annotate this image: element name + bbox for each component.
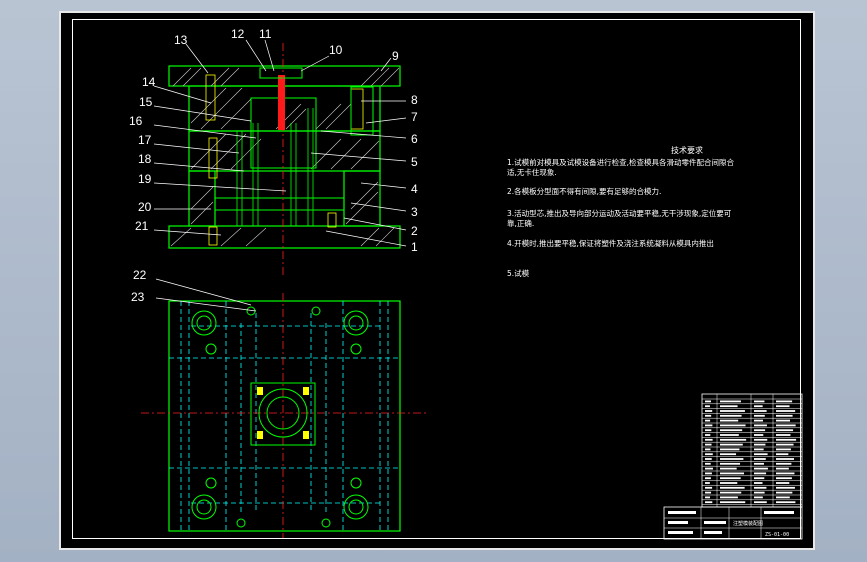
callout-10: 10 xyxy=(329,43,343,57)
plan-hidden-lines xyxy=(169,301,400,531)
drawing-number: ZS-01-00 xyxy=(765,532,789,538)
guide-bush xyxy=(350,86,374,136)
callout-5: 5 xyxy=(411,155,418,169)
callout-21: 21 xyxy=(135,219,149,233)
tech-req-item-3: 3.活动型芯,推出及导向部分运动及活动要平稳,无干涉现象,定位要可靠,正确. xyxy=(507,209,732,228)
callout-14: 14 xyxy=(142,75,156,89)
callout-15: 15 xyxy=(139,95,153,109)
callout-7: 7 xyxy=(411,110,418,124)
spacer-block-right xyxy=(343,170,381,227)
tech-req-item-2: 2.各模板分型面不得有间隙,要有足够的合模力. xyxy=(507,187,662,196)
plan-outline xyxy=(168,300,401,532)
ejector-retainer-plate xyxy=(214,197,345,211)
guide-holes xyxy=(191,306,369,528)
callout-3: 3 xyxy=(411,205,418,219)
callout-18: 18 xyxy=(138,152,152,166)
callout-12: 12 xyxy=(231,27,245,41)
parts-list-table xyxy=(701,393,803,508)
tech-req-item-1: 1.试模前对模具及试模设备进行检查,检查模具各滑动零件配合间隙合适,无卡住现象. xyxy=(507,158,735,177)
tech-req-item-5: 5.试模 xyxy=(507,269,530,278)
ejector-pins xyxy=(236,108,314,226)
callout-17: 17 xyxy=(138,133,152,147)
callout-4: 4 xyxy=(411,182,418,196)
callout-8: 8 xyxy=(411,93,418,107)
cad-drawing-canvas: 1234567891011121314151617181920212223 注塑… xyxy=(129,27,803,540)
drawing-name: 注塑模装配图 xyxy=(733,520,763,527)
ejector-plate xyxy=(214,209,345,227)
plan-view xyxy=(141,293,426,538)
callout-11: 11 xyxy=(259,27,272,41)
callout-22: 22 xyxy=(133,268,147,282)
callout-6: 6 xyxy=(411,132,418,146)
callout-19: 19 xyxy=(138,172,152,186)
sprue-channel xyxy=(278,75,285,130)
callout-1: 1 xyxy=(411,240,418,254)
assembly-section-view xyxy=(168,43,401,275)
title-block: 注塑模装配图 ZS-01-00 xyxy=(663,506,803,540)
callout-13: 13 xyxy=(174,33,188,47)
spacer-block-left xyxy=(188,170,216,227)
callout-2: 2 xyxy=(411,224,418,238)
callout-16: 16 xyxy=(129,114,143,128)
tech-req-item-4: 4.开模时,推出要平稳,保证将塑件及浇注系统凝料从模具内推出 xyxy=(507,239,714,248)
callout-23: 23 xyxy=(131,290,145,304)
plan-centerlines xyxy=(141,293,426,538)
drawing-sheet: 1 2 3 4 5 6 7 8 9 10 11 12 13 14 15 16 17 18 19 20 21 22 23 xyxy=(59,11,815,550)
tech-requirements-title: 技术要求 xyxy=(671,146,703,155)
callout-20: 20 xyxy=(138,200,152,214)
callout-9: 9 xyxy=(392,49,399,63)
bottom-clamp-plate xyxy=(168,225,401,249)
